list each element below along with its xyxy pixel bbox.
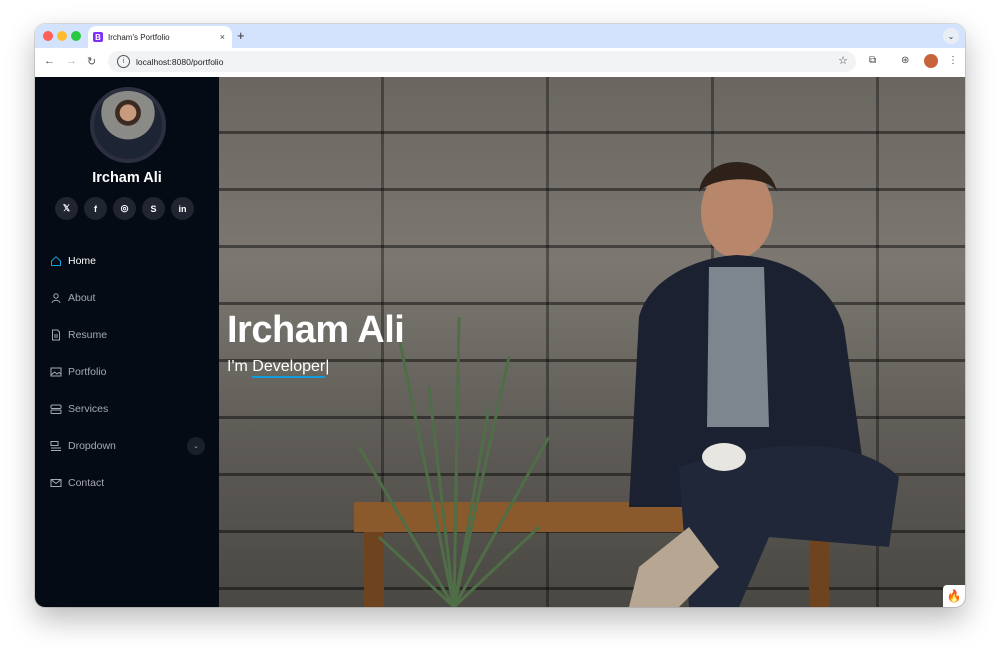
nav-item-home[interactable]: Home bbox=[50, 242, 205, 279]
page-content: Ircham Ali 𝕏 f ◎ S in Home About Resume … bbox=[35, 77, 965, 607]
maximize-window-button[interactable] bbox=[71, 31, 81, 41]
close-tab-icon[interactable]: × bbox=[220, 32, 225, 42]
tab-search-chevron-icon[interactable]: ⌄ bbox=[943, 28, 959, 44]
chevron-down-icon[interactable]: ⌄ bbox=[187, 436, 205, 455]
browser-window: B Ircham's Portfolio × + ⌄ ← → ↻ i local… bbox=[35, 24, 965, 607]
tab-portfolio[interactable]: B Ircham's Portfolio × bbox=[88, 26, 232, 48]
images-icon bbox=[50, 366, 62, 378]
typed-role: Developer bbox=[252, 358, 326, 378]
nav-item-portfolio[interactable]: Portfolio bbox=[50, 353, 205, 390]
nav-item-about[interactable]: About bbox=[50, 279, 205, 316]
hdd-stack-icon bbox=[50, 403, 62, 415]
instagram-icon[interactable]: ◎ bbox=[113, 197, 136, 220]
house-icon bbox=[50, 255, 62, 267]
browser-toolbar: ← → ↻ i localhost:8080/portfolio ☆ ⧉ ⊛ ⋮ bbox=[35, 48, 965, 78]
nav-label-resume: Resume bbox=[68, 328, 108, 341]
nav-menu: Home About Resume Portfolio Services Dro… bbox=[50, 242, 205, 501]
nav-label-about: About bbox=[68, 291, 96, 304]
tab-strip: B Ircham's Portfolio × + ⌄ bbox=[35, 24, 965, 48]
bootstrap-favicon-icon: B bbox=[93, 32, 103, 42]
social-links: 𝕏 f ◎ S in bbox=[55, 197, 194, 220]
bookmark-star-icon[interactable]: ☆ bbox=[838, 54, 848, 67]
nav-label-home: Home bbox=[68, 254, 97, 267]
back-arrow-icon[interactable]: ← bbox=[44, 55, 55, 67]
forward-arrow-icon[interactable]: → bbox=[66, 55, 77, 67]
hero-section: Ircham Ali I'm Developer| 🔥 bbox=[219, 77, 965, 607]
new-tab-button[interactable]: + bbox=[237, 28, 245, 43]
address-bar[interactable]: i localhost:8080/portfolio ☆ bbox=[108, 51, 856, 72]
skype-icon[interactable]: S bbox=[142, 197, 165, 220]
typing-cursor: | bbox=[325, 358, 330, 375]
close-window-button[interactable] bbox=[43, 31, 53, 41]
hero-subtitle-prefix: I'm bbox=[227, 358, 253, 375]
reload-icon[interactable]: ↻ bbox=[87, 55, 96, 68]
hero-title: Ircham Ali bbox=[227, 309, 405, 351]
linkedin-icon[interactable]: in bbox=[171, 197, 194, 220]
nav-item-contact[interactable]: Contact bbox=[50, 464, 205, 501]
menu-list-icon bbox=[50, 440, 62, 452]
profile-avatar[interactable] bbox=[924, 54, 938, 68]
nav-item-resume[interactable]: Resume bbox=[50, 316, 205, 353]
nav-item-dropdown[interactable]: Dropdown ⌄ bbox=[50, 427, 205, 464]
profile-photo bbox=[90, 87, 166, 163]
nav-label-portfolio: Portfolio bbox=[68, 365, 107, 378]
flame-badge-icon[interactable]: 🔥 bbox=[943, 585, 965, 607]
envelope-icon bbox=[50, 477, 62, 489]
more-menu-icon[interactable]: ⋮ bbox=[948, 55, 958, 66]
file-icon bbox=[50, 329, 62, 341]
person-photo bbox=[629, 162, 899, 607]
x-twitter-icon[interactable]: 𝕏 bbox=[55, 197, 78, 220]
facebook-icon[interactable]: f bbox=[84, 197, 107, 220]
tab-title: Ircham's Portfolio bbox=[108, 32, 170, 42]
nav-item-services[interactable]: Services bbox=[50, 390, 205, 427]
hero-subtitle: I'm Developer| bbox=[227, 358, 330, 378]
nav-label-services: Services bbox=[68, 402, 109, 415]
nav-label-dropdown: Dropdown bbox=[68, 439, 116, 452]
profile-name: Ircham Ali bbox=[92, 170, 162, 186]
minimize-window-button[interactable] bbox=[57, 31, 67, 41]
url-text[interactable]: localhost:8080/portfolio bbox=[136, 57, 223, 67]
sidebar: Ircham Ali 𝕏 f ◎ S in Home About Resume … bbox=[35, 77, 219, 607]
site-info-icon[interactable]: i bbox=[117, 55, 130, 68]
extensions-puzzle-icon[interactable]: ⧉ bbox=[869, 55, 876, 66]
person-icon bbox=[50, 292, 62, 304]
nav-label-contact: Contact bbox=[68, 476, 105, 489]
performance-icon[interactable]: ⊛ bbox=[901, 55, 909, 66]
